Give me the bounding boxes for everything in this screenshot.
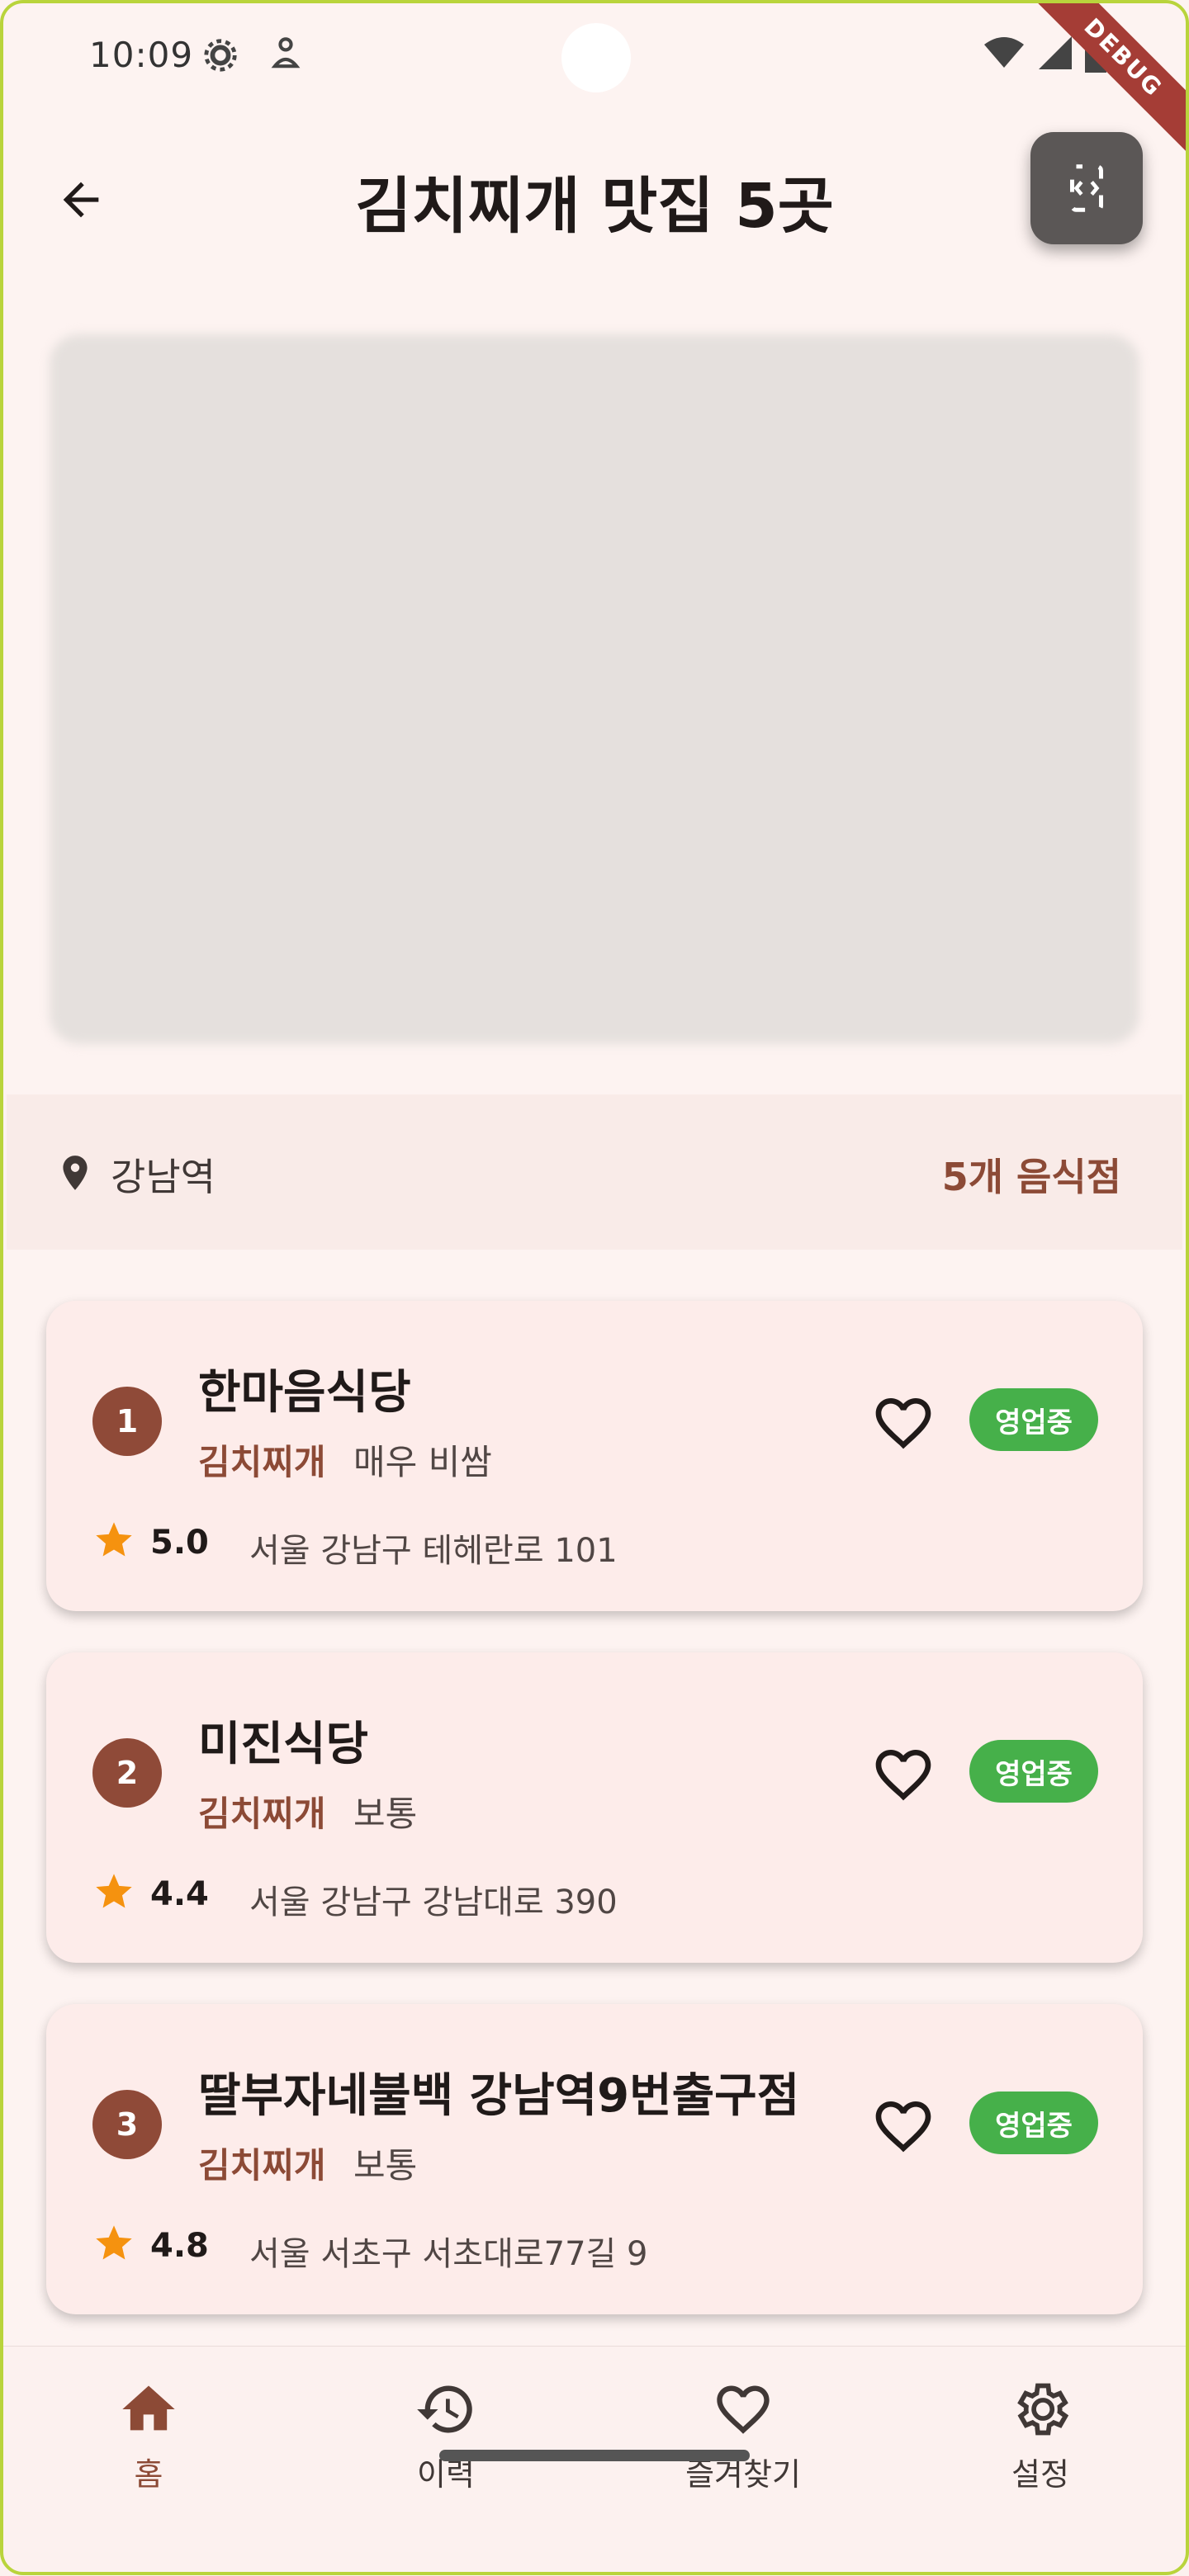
star-icon	[92, 1519, 135, 1565]
favorite-button[interactable]	[864, 2087, 943, 2166]
restaurant-rating: 4.8	[150, 2227, 209, 2265]
map-placeholder[interactable]	[50, 334, 1139, 1044]
rank-badge: 3	[92, 2090, 162, 2159]
page-title: 김치찌개 맛집 5곳	[355, 171, 834, 242]
location-name: 강남역	[111, 1155, 216, 1199]
code-phone-icon	[1070, 164, 1103, 212]
home-indicator[interactable]	[439, 2450, 750, 2461]
location-strip: 강남역 5개 음식점	[7, 1094, 1182, 1250]
heart-outline-icon	[875, 1398, 931, 1449]
app-bar: 김치찌개 맛집 5곳	[0, 124, 1189, 289]
wifi-icon	[983, 36, 1026, 73]
heart-outline-icon	[875, 2101, 931, 2153]
restaurant-category: 김치찌개	[198, 1442, 326, 1482]
nav-label: 설정	[1011, 2456, 1069, 2493]
open-status-badge: 영업중	[969, 1388, 1098, 1451]
restaurant-price-level: 보통	[353, 2145, 418, 2186]
heart-icon	[717, 2385, 770, 2434]
rank-badge: 1	[92, 1387, 162, 1456]
status-time: 10:09	[89, 35, 194, 75]
favorite-button[interactable]	[864, 1383, 943, 1463]
star-icon	[92, 1870, 135, 1917]
restaurant-address: 서울 강남구 강남대로 390	[249, 1884, 618, 1921]
accessibility-notification-icon	[269, 36, 302, 78]
restaurant-rating: 4.4	[150, 1875, 209, 1913]
heart-outline-icon	[875, 1750, 931, 1801]
restaurant-price-level: 매우 비쌈	[353, 1442, 492, 1482]
settings-notification-icon	[201, 36, 239, 78]
nav-label: 홈	[134, 2456, 163, 2493]
restaurant-name: 한마음식당	[198, 1366, 411, 1420]
restaurant-address: 서울 강남구 테헤란로 101	[249, 1532, 618, 1570]
nav-item-settings[interactable]: 설정	[933, 2376, 1148, 2494]
restaurant-name: 딸부자네불백 강남역9번출구점	[198, 2069, 800, 2123]
status-bar: 10:09	[0, 0, 1189, 116]
restaurant-category: 김치찌개	[198, 2145, 326, 2186]
restaurant-address: 서울 서초구 서초대로77길 9	[249, 2235, 648, 2273]
history-icon	[417, 2385, 472, 2433]
home-icon	[122, 2385, 175, 2431]
favorite-button[interactable]	[864, 1735, 943, 1814]
nav-item-history[interactable]: 이력	[339, 2376, 553, 2494]
nav-item-favorites[interactable]: 즐겨찾기	[636, 2376, 850, 2494]
nav-item-home[interactable]: 홈	[41, 2376, 256, 2494]
restaurant-count: 5개 음식점	[941, 1155, 1121, 1199]
signal-icon	[1039, 36, 1072, 73]
rank-badge: 2	[92, 1738, 162, 1808]
camera-cutout	[561, 23, 631, 92]
debug-tool-button[interactable]	[1030, 132, 1143, 244]
restaurant-card[interactable]: 3 딸부자네불백 강남역9번출구점 김치찌개 보통 영업중 4.8 서울 서초구…	[46, 2004, 1143, 2314]
restaurant-rating: 5.0	[150, 1524, 209, 1562]
open-status-badge: 영업중	[969, 1740, 1098, 1803]
restaurant-price-level: 보통	[353, 1794, 418, 1834]
restaurant-category: 김치찌개	[198, 1794, 326, 1834]
restaurant-card[interactable]: 1 한마음식당 김치찌개 매우 비쌈 영업중 5.0 서울 강남구 테헤란로 1…	[46, 1301, 1143, 1611]
location-pin-icon	[54, 1152, 96, 1197]
restaurant-card[interactable]: 2 미진식당 김치찌개 보통 영업중 4.4 서울 강남구 강남대로 390	[46, 1652, 1143, 1963]
gear-icon	[1017, 2383, 1069, 2436]
restaurant-name: 미진식당	[198, 1718, 369, 1771]
open-status-badge: 영업중	[969, 2092, 1098, 2154]
star-icon	[92, 2222, 135, 2268]
